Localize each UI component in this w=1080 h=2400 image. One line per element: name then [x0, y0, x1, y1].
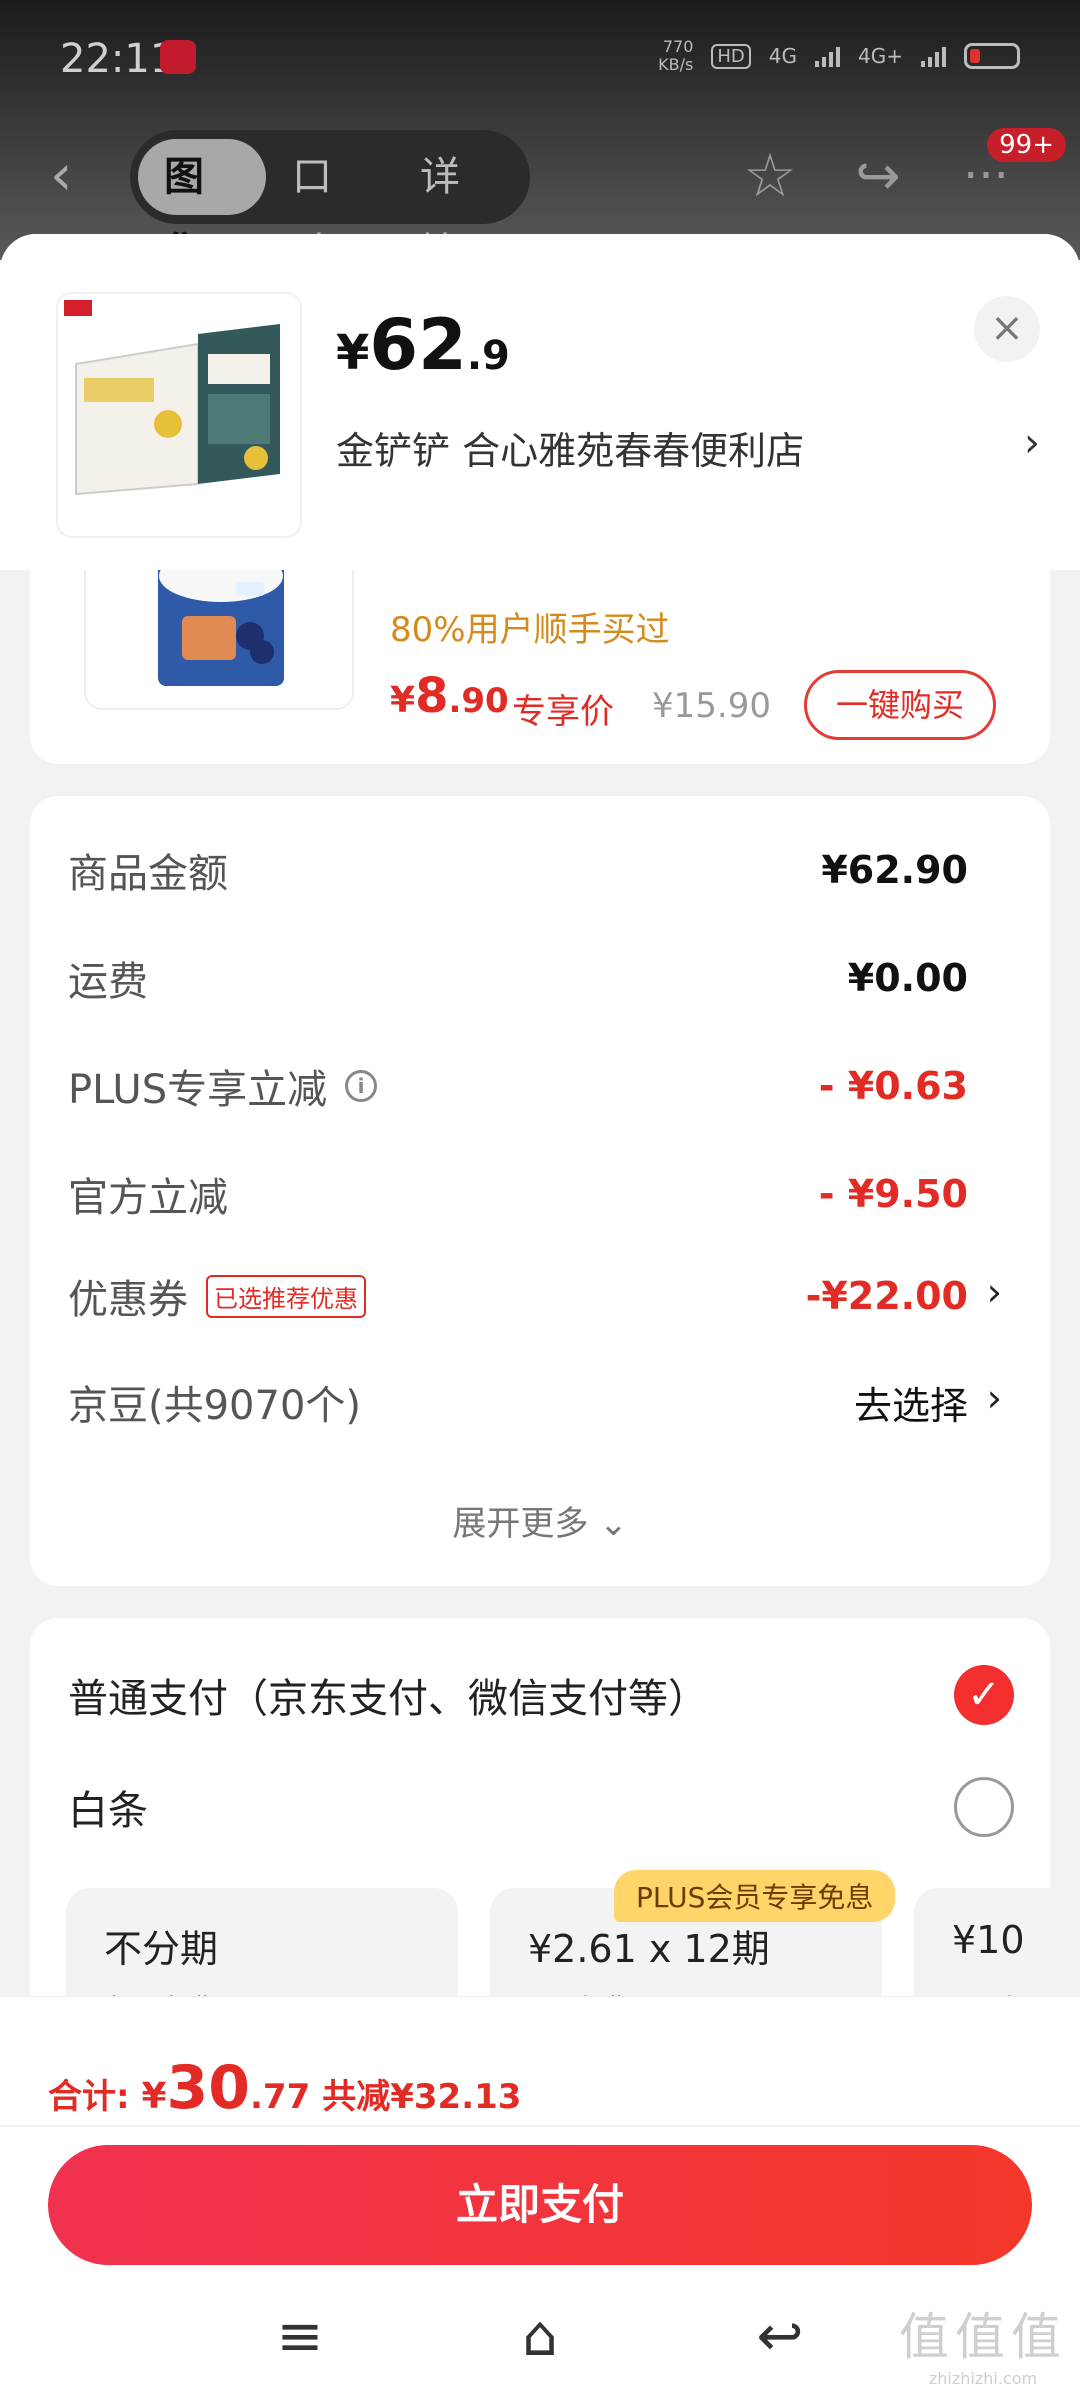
hd-icon: HD: [711, 43, 751, 69]
price-decimal: .9: [466, 333, 510, 379]
fee-row-shipping: 运费 ¥0.00: [68, 948, 968, 1008]
home-icon[interactable]: ⌂: [500, 2297, 580, 2377]
fee-breakdown-card: 商品金额 ¥62.90 运费 ¥0.00 PLUS专享立减 i - ¥0.63 …: [30, 796, 1050, 1586]
recommend-product-image[interactable]: [84, 554, 354, 710]
network-speed: 770 KB/s: [658, 38, 693, 74]
fee-value: ¥0.00: [847, 956, 968, 1000]
jingdou-chevron-right-icon[interactable]: ›: [987, 1376, 1002, 1420]
total-currency: ¥: [141, 2076, 167, 2117]
coupon-selected-chip: 已选推荐优惠: [206, 1274, 366, 1318]
fee-row-jingdou[interactable]: 京豆(共9070个) 去选择: [68, 1372, 968, 1432]
info-icon[interactable]: i: [345, 1070, 378, 1102]
fee-value: -¥22.00: [805, 1274, 968, 1318]
order-total: 合计: ¥30.77 共减¥32.13: [48, 2053, 521, 2123]
payment-option-label: 普通支付（京东支付、微信支付等）: [68, 1676, 708, 1722]
spec-chevron-right-icon[interactable]: ›: [1024, 420, 1040, 466]
one-click-buy-button[interactable]: 一键购买: [804, 670, 996, 740]
tab-switcher: 图集 口碑 详情: [130, 130, 530, 276]
radio-unchecked-icon[interactable]: [954, 1777, 1014, 1837]
rec-price-decimal: .90: [448, 681, 509, 721]
status-indicators: 770 KB/s HD 4G 4G+: [658, 38, 1020, 74]
signal-icon-2: [921, 45, 946, 67]
checkmark-icon[interactable]: ✓: [954, 1665, 1014, 1725]
watermark-text: 值值值: [899, 2308, 1067, 2366]
product-price: ¥62.9: [336, 304, 510, 386]
original-price: ¥15.90: [652, 686, 771, 726]
fee-label: PLUS专享立减 i: [68, 1057, 378, 1115]
divider: [0, 2125, 1080, 2127]
rec-price-currency: ¥: [390, 680, 416, 721]
total-saved: 共减¥32.13: [322, 2077, 522, 2117]
fee-row-coupon[interactable]: 优惠券 已选推荐优惠 -¥22.00: [68, 1266, 968, 1326]
tab-details[interactable]: 详情: [394, 139, 522, 276]
signal-icon: [815, 45, 841, 67]
product-header: ¥62.9 金铲铲 合心雅苑春春便利店 › ×: [0, 234, 1080, 570]
fee-label: 官方立减: [68, 1175, 228, 1221]
close-button[interactable]: ×: [974, 296, 1040, 362]
back-button[interactable]: ‹: [50, 148, 110, 208]
fee-value: 去选择: [853, 1383, 968, 1428]
site-watermark: 值值值 zhizhizhi.com: [898, 2297, 1068, 2388]
fee-value: - ¥0.63: [818, 1064, 968, 1108]
battery-icon: [964, 43, 1020, 69]
share-icon[interactable]: ↪: [842, 140, 914, 212]
network-type-2: 4G+: [858, 44, 903, 68]
tab-reviews[interactable]: 口碑: [266, 139, 394, 276]
fee-label: 京豆(共9070个): [68, 1383, 362, 1429]
payment-option-normal[interactable]: 普通支付（京东支付、微信支付等） ✓: [68, 1660, 1014, 1730]
fee-label: 商品金额: [68, 851, 228, 897]
message-count-badge: 99+: [987, 128, 1066, 162]
menu-icon[interactable]: ≡: [260, 2297, 340, 2377]
checkout-footer: 合计: ¥30.77 共减¥32.13 立即支付 ≡ ⌂ ↩ 值值值 zhizhi…: [0, 1996, 1080, 2400]
payment-option-label: 白条: [68, 1788, 148, 1834]
price-integer: 62: [369, 304, 467, 386]
fee-value: - ¥9.50: [818, 1172, 968, 1216]
plan-title: ¥10: [952, 1918, 1025, 1962]
network-speed-value: 770: [662, 37, 694, 56]
total-label: 合计:: [48, 2077, 142, 2117]
fee-label: 优惠券 已选推荐优惠: [68, 1267, 366, 1325]
selected-spec[interactable]: 金铲铲 合心雅苑春春便利店: [336, 420, 804, 475]
watermark-url: zhizhizhi.com: [928, 2369, 1038, 2388]
coupon-label: 优惠券: [68, 1277, 188, 1323]
app-notification-icon: [160, 40, 196, 74]
back-nav-icon[interactable]: ↩: [740, 2297, 820, 2377]
milk-box-image: [58, 294, 300, 536]
plus-free-interest-tag: PLUS会员专享免息: [614, 1870, 896, 1922]
fee-row-official-discount: 官方立减 - ¥9.50: [68, 1164, 968, 1224]
plan-title: 不分期: [104, 1927, 219, 1971]
favorite-star-icon[interactable]: ☆: [734, 140, 806, 212]
expand-more-link[interactable]: 展开更多 ⌄: [30, 1496, 1050, 1545]
status-time: 22:11: [60, 36, 176, 82]
pay-now-button[interactable]: 立即支付: [48, 2145, 1032, 2265]
network-type-1: 4G: [768, 44, 798, 68]
tab-gallery[interactable]: 图集: [138, 139, 266, 276]
total-integer: 30: [166, 2053, 251, 2123]
recommend-price: ¥8.90: [390, 668, 509, 724]
plus-discount-label: PLUS专享立减: [68, 1067, 328, 1113]
bought-together-text: 80%用户顺手买过: [390, 610, 670, 650]
total-decimal: .77: [250, 2077, 311, 2117]
status-bar: 22:11 770 KB/s HD 4G 4G+: [0, 0, 1080, 120]
fee-label: 运费: [68, 959, 148, 1005]
fee-value: ¥62.90: [821, 848, 968, 892]
network-speed-unit: KB/s: [658, 55, 694, 74]
fee-row-goods: 商品金额 ¥62.90: [68, 840, 968, 900]
rec-price-integer: 8: [415, 668, 449, 724]
coupon-chevron-right-icon[interactable]: ›: [987, 1270, 1002, 1314]
plan-title: ¥2.61 x 12期: [528, 1927, 770, 1971]
payment-option-baitiao[interactable]: 白条: [68, 1772, 1014, 1842]
product-thumbnail[interactable]: [58, 294, 300, 536]
fee-row-plus-discount: PLUS专享立减 i - ¥0.63: [68, 1056, 968, 1116]
exclusive-price-tag: 专享价: [512, 692, 614, 732]
price-currency: ¥: [336, 325, 370, 381]
